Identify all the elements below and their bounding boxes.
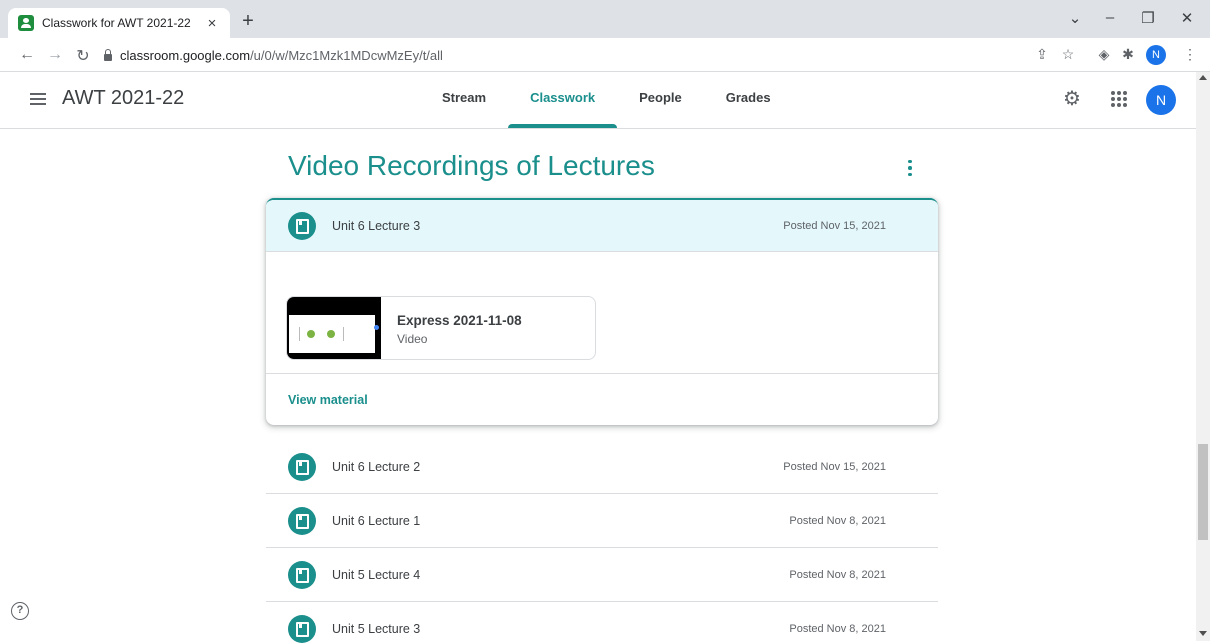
material-icon bbox=[288, 615, 316, 643]
material-icon bbox=[288, 507, 316, 535]
tab-close-icon[interactable]: × bbox=[204, 15, 220, 32]
material-posted-date: Posted Nov 8, 2021 bbox=[789, 515, 886, 527]
url-path: /u/0/w/Mzc1Mzk1MDcwMzEy/t/all bbox=[250, 47, 443, 63]
tab-classwork[interactable]: Classwork bbox=[508, 72, 618, 128]
material-title: Unit 6 Lecture 3 bbox=[332, 219, 421, 233]
minimize-button[interactable]: – bbox=[1095, 9, 1125, 26]
material-title: Unit 6 Lecture 1 bbox=[332, 514, 421, 528]
list-item[interactable]: Unit 6 Lecture 1 Posted Nov 8, 2021 bbox=[266, 494, 938, 548]
classroom-header: AWT 2021-22 Stream Classwork People Grad… bbox=[0, 72, 1196, 129]
video-attachment[interactable]: Express 2021-11-08 Video bbox=[286, 296, 596, 360]
topic-more-options-icon[interactable] bbox=[900, 158, 920, 178]
material-title: Unit 5 Lecture 3 bbox=[332, 622, 421, 636]
tab-stream[interactable]: Stream bbox=[420, 72, 508, 128]
share-icon[interactable]: ⇪ bbox=[1032, 46, 1052, 63]
class-name[interactable]: AWT 2021-22 bbox=[62, 87, 184, 110]
material-title: Unit 5 Lecture 4 bbox=[332, 568, 421, 582]
material-icon bbox=[288, 212, 316, 240]
close-window-button[interactable]: ✕ bbox=[1172, 9, 1202, 27]
main-menu-icon[interactable] bbox=[30, 93, 46, 105]
tab-people[interactable]: People bbox=[617, 72, 704, 128]
scroll-up-arrow-icon[interactable] bbox=[1199, 75, 1207, 80]
browser-toolbar: ← → ↻ classroom.google.com/u/0/w/Mzc1Mzk… bbox=[0, 38, 1210, 72]
url-host: classroom.google.com bbox=[120, 47, 251, 63]
bookmark-star-icon[interactable]: ☆ bbox=[1058, 46, 1078, 63]
address-bar[interactable]: classroom.google.com/u/0/w/Mzc1Mzk1MDcwM… bbox=[104, 42, 1134, 68]
material-posted-date: Posted Nov 15, 2021 bbox=[783, 220, 886, 232]
material-posted-date: Posted Nov 8, 2021 bbox=[789, 623, 886, 635]
class-settings-gear-icon[interactable]: ⚙ bbox=[1060, 87, 1084, 111]
browser-tab[interactable]: Classwork for AWT 2021-22 × bbox=[8, 8, 230, 38]
list-item[interactable]: Unit 5 Lecture 3 Posted Nov 8, 2021 bbox=[266, 602, 938, 643]
extension-icon[interactable]: ◈ bbox=[1094, 46, 1114, 63]
class-nav-tabs: Stream Classwork People Grades bbox=[420, 72, 793, 128]
browser-tabstrip: Classwork for AWT 2021-22 × + ⌄ – ❐ ✕ bbox=[0, 0, 1210, 38]
attachment-type: Video bbox=[397, 332, 428, 346]
video-thumbnail bbox=[287, 297, 381, 359]
view-material-link[interactable]: View material bbox=[288, 393, 368, 407]
back-arrow-icon[interactable]: ← bbox=[16, 46, 38, 64]
scroll-down-arrow-icon[interactable] bbox=[1199, 631, 1207, 636]
material-posted-date: Posted Nov 15, 2021 bbox=[783, 461, 886, 473]
expanded-material-card: Unit 6 Lecture 3 Posted Nov 15, 2021 Exp… bbox=[266, 198, 938, 425]
material-icon bbox=[288, 453, 316, 481]
material-header[interactable]: Unit 6 Lecture 3 Posted Nov 15, 2021 bbox=[266, 200, 938, 252]
browser-menu-icon[interactable]: ⋮ bbox=[1180, 46, 1200, 63]
material-posted-date: Posted Nov 8, 2021 bbox=[789, 569, 886, 581]
reload-icon[interactable]: ↻ bbox=[72, 46, 94, 66]
list-item[interactable]: Unit 6 Lecture 2 Posted Nov 15, 2021 bbox=[266, 440, 938, 494]
lock-icon bbox=[104, 48, 112, 61]
material-title: Unit 6 Lecture 2 bbox=[332, 460, 421, 474]
tab-title: Classwork for AWT 2021-22 bbox=[42, 16, 191, 30]
list-item[interactable]: Unit 5 Lecture 4 Posted Nov 8, 2021 bbox=[266, 548, 938, 602]
forward-arrow-icon[interactable]: → bbox=[44, 46, 66, 64]
tab-search-chevron-icon[interactable]: ⌄ bbox=[1060, 9, 1090, 27]
google-apps-icon[interactable] bbox=[1109, 89, 1129, 109]
help-icon[interactable]: ? bbox=[11, 602, 29, 620]
topic-title: Video Recordings of Lectures bbox=[288, 150, 655, 181]
scrollbar-thumb[interactable] bbox=[1198, 444, 1208, 540]
new-tab-button[interactable]: + bbox=[236, 10, 260, 32]
card-divider bbox=[266, 373, 938, 374]
browser-profile-avatar[interactable]: N bbox=[1146, 45, 1166, 65]
page-scrollbar[interactable] bbox=[1196, 72, 1210, 641]
attachment-title: Express 2021-11-08 bbox=[397, 313, 522, 328]
url-text: classroom.google.com/u/0/w/Mzc1Mzk1MDcwM… bbox=[120, 48, 443, 63]
material-icon bbox=[288, 561, 316, 589]
account-avatar[interactable]: N bbox=[1146, 85, 1176, 115]
classroom-favicon-icon bbox=[18, 15, 34, 31]
extensions-puzzle-icon[interactable]: ✱ bbox=[1118, 46, 1138, 63]
restore-button[interactable]: ❐ bbox=[1133, 9, 1163, 27]
tab-grades[interactable]: Grades bbox=[704, 72, 793, 128]
